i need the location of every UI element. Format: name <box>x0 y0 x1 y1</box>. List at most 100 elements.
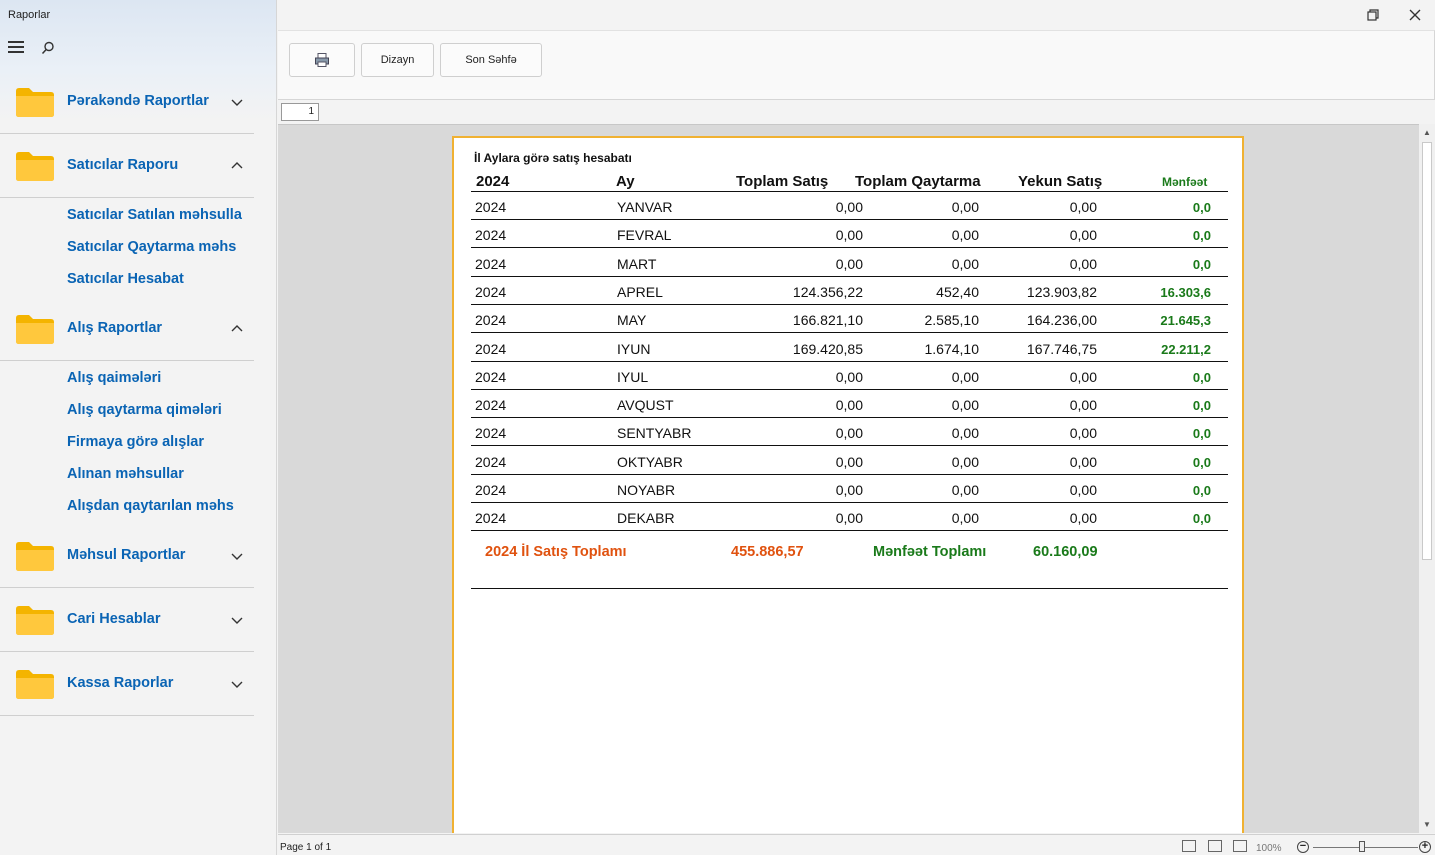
sidebar-item[interactable]: Firmaya görə alışlar <box>0 426 254 458</box>
folder-icon <box>15 86 55 118</box>
sidebar-group[interactable]: Pərakəndə Raportlar <box>0 70 254 134</box>
folder-icon <box>15 150 55 182</box>
sidebar-group[interactable]: Kassa Raporlar <box>0 652 254 716</box>
print-button[interactable] <box>289 43 355 77</box>
sidebar-item[interactable]: Alış qaytarma qimələri <box>0 394 254 426</box>
cell-year: 2024 <box>475 397 507 414</box>
page-number-input[interactable]: 1 <box>281 103 319 121</box>
report-page: İl Aylara görə satış hesabatı 2024 Ay To… <box>452 136 1244 833</box>
toolbar: Dizayn Son Səhfə <box>278 30 1435 100</box>
design-button[interactable]: Dizayn <box>361 43 434 77</box>
cell-total-sales: 169.420,85 <box>792 340 863 357</box>
scrollbar-thumb[interactable] <box>1422 142 1432 560</box>
cell-month: SENTYABR <box>617 425 692 442</box>
cell-month: OKTYABR <box>617 453 683 470</box>
sidebar-item[interactable]: Alışdan qaytarılan məhs <box>0 490 254 522</box>
chevron-down-icon[interactable] <box>230 549 244 563</box>
cell-total-sales: 0,00 <box>835 453 863 470</box>
page-status: Page 1 of 1 <box>280 842 332 853</box>
cell-month: NOYABR <box>617 482 676 498</box>
sidebar-item[interactable]: Satıcılar Hesabat <box>0 263 254 295</box>
cell-month: FEVRAL <box>617 227 672 244</box>
cell-total-sales: 0,00 <box>835 482 863 498</box>
table-row: 2024 AVQUST 0,00 0,00 0,00 0,0 <box>471 390 1228 419</box>
cell-profit: 0,0 <box>1192 256 1211 272</box>
table-row: 2024 FEVRAL 0,00 0,00 0,00 0,0 <box>471 220 1228 249</box>
cell-year: 2024 <box>475 283 507 300</box>
cell-month: MART <box>617 255 657 272</box>
cell-year: 2024 <box>475 340 507 357</box>
chevron-up-icon[interactable] <box>230 322 244 336</box>
cell-profit: 22.211,2 <box>1161 341 1211 357</box>
cell-total-sales: 0,00 <box>835 368 863 385</box>
sidebar-group[interactable]: Satıcılar Raporu <box>0 134 254 198</box>
cell-month: APREL <box>617 283 663 300</box>
column-header-total-returns: Toplam Qaytarma <box>855 173 981 190</box>
cell-year: 2024 <box>475 199 507 215</box>
cell-year: 2024 <box>475 368 507 385</box>
profit-total-label: Mənfəət Toplamı <box>873 544 987 560</box>
table-row: 2024 DEKABR 0,00 0,00 0,00 0,0 <box>471 503 1228 532</box>
cell-profit: 0,0 <box>1192 369 1211 385</box>
fit-height-icon[interactable] <box>1208 840 1222 852</box>
window-titlebar <box>278 0 1435 30</box>
cell-month: IYUN <box>617 340 651 357</box>
report-title: İl Aylara görə satış hesabatı <box>474 151 632 165</box>
cell-net-sales: 0,00 <box>1069 510 1097 527</box>
zoom-in-icon[interactable]: + <box>1419 841 1431 853</box>
sidebar-sublist: Satıcılar Satılan məhsulla Satıcılar Qayt… <box>0 198 254 297</box>
zoom-slider-thumb[interactable] <box>1359 841 1365 852</box>
chevron-down-icon[interactable] <box>230 95 244 109</box>
sidebar-group-label: Kassa Raporlar <box>67 675 174 691</box>
scroll-up-icon[interactable]: ▲ <box>1422 128 1432 138</box>
cell-month: MAY <box>617 312 647 329</box>
fit-page-icon[interactable] <box>1182 840 1196 852</box>
zoom-out-icon[interactable]: − <box>1297 841 1309 853</box>
cell-net-sales: 0,00 <box>1069 199 1097 215</box>
chevron-down-icon[interactable] <box>230 677 244 691</box>
cell-total-sales: 0,00 <box>835 227 863 244</box>
cell-total-returns: 1.674,10 <box>924 340 980 357</box>
cell-total-returns: 452,40 <box>936 283 979 300</box>
close-icon[interactable] <box>1406 6 1424 24</box>
actual-size-icon[interactable] <box>1233 840 1247 852</box>
sidebar-item[interactable]: Satıcılar Qaytarma məhs <box>0 231 254 263</box>
sidebar-item[interactable]: Alınan məhsullar <box>0 458 254 490</box>
sidebar-group[interactable]: Cari Hesablar <box>0 588 254 652</box>
cell-total-sales: 0,00 <box>835 425 863 442</box>
sidebar-item[interactable]: Alış qaimələri <box>0 362 254 394</box>
cell-profit: 0,0 <box>1192 511 1211 527</box>
scroll-down-icon[interactable]: ▼ <box>1422 820 1432 830</box>
cell-total-returns: 0,00 <box>951 482 979 498</box>
folder-icon <box>15 313 55 345</box>
zoom-slider-track[interactable] <box>1313 847 1418 848</box>
table-row: 2024 SENTYABR 0,00 0,00 0,00 0,0 <box>471 418 1228 447</box>
menu-icon[interactable] <box>8 41 24 53</box>
cell-year: 2024 <box>475 227 507 244</box>
chevron-down-icon[interactable] <box>230 613 244 627</box>
cell-total-sales: 166.821,10 <box>792 312 863 329</box>
sidebar-item[interactable]: Satıcılar Satılan məhsulla <box>0 199 254 231</box>
cell-total-returns: 0,00 <box>951 425 979 442</box>
last-page-button[interactable]: Son Səhfə <box>440 43 542 77</box>
table-row: 2024 OKTYABR 0,00 0,00 0,00 0,0 <box>471 447 1228 475</box>
sidebar-group[interactable]: Məhsul Raportlar <box>0 524 254 588</box>
cell-year: 2024 <box>475 312 507 329</box>
sidebar-group[interactable]: Alış Raportlar <box>0 297 254 361</box>
table-row: 2024 NOYABR 0,00 0,00 0,00 0,0 <box>471 475 1228 503</box>
year-total-value: 455.886,57 <box>731 544 804 560</box>
sidebar: Raporlar Pərakəndə Raportlar Satıcılar Ra… <box>0 0 277 855</box>
sidebar-group-label: Satıcılar Raporu <box>67 157 179 173</box>
cell-year: 2024 <box>475 510 507 527</box>
folder-icon <box>15 668 55 700</box>
restore-icon[interactable] <box>1364 6 1382 24</box>
cell-net-sales: 167.746,75 <box>1026 340 1097 357</box>
chevron-up-icon[interactable] <box>230 159 244 173</box>
column-header-month: Ay <box>616 173 635 190</box>
cell-net-sales: 123.903,82 <box>1026 283 1097 300</box>
cell-total-sales: 0,00 <box>835 510 863 527</box>
folder-icon <box>15 540 55 572</box>
sidebar-group-label: Alış Raportlar <box>67 320 163 336</box>
search-icon[interactable] <box>40 40 56 56</box>
cell-profit: 0,0 <box>1192 228 1211 244</box>
